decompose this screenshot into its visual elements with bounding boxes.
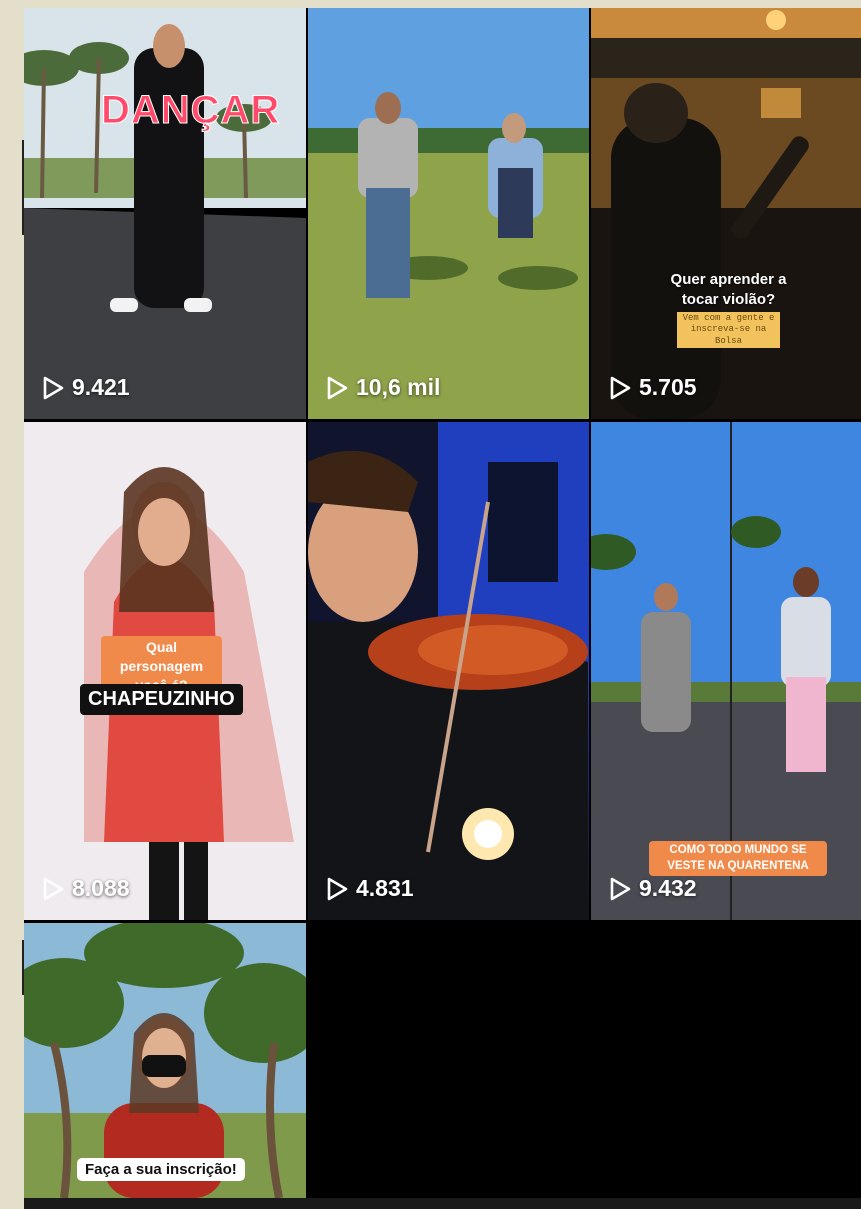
reel-tile-7[interactable]: Faça a sua inscrição! (24, 923, 306, 1198)
reel-thumbnail-7 (24, 923, 306, 1198)
view-count-value: 9.432 (639, 875, 697, 901)
view-count: 4.831 (326, 875, 414, 902)
reel-tile-3[interactable]: Quer aprender a tocar violão? Vem com a … (591, 8, 861, 419)
reel-thumbnail-2 (308, 8, 589, 419)
reel-thumbnail-3 (591, 8, 861, 419)
play-icon (43, 877, 64, 900)
view-count-value: 5.705 (639, 374, 697, 400)
overlay-title: Quer aprender a tocar violão? (670, 271, 787, 308)
overlay-text: DANÇAR (100, 88, 281, 133)
reel-thumbnail-5 (308, 422, 589, 920)
reel-tile-6[interactable]: COMO TODO MUNDO SE VESTE NA QUARENTENA 9… (591, 422, 861, 920)
answer-text: CHAPEUZINHO (80, 684, 243, 715)
overlay-text: Faça a sua inscrição! (77, 1158, 245, 1181)
reel-tile-1[interactable]: DANÇAR 9.421 (24, 8, 306, 419)
reels-grid: DANÇAR 9.421 10,6 mil Quer aprender a to… (24, 8, 861, 1209)
view-count: 9.421 (42, 374, 130, 401)
bottom-bar (24, 1198, 861, 1209)
view-count: 10,6 mil (326, 374, 440, 401)
overlay-text: COMO TODO MUNDO SE VESTE NA QUARENTENA (649, 841, 827, 877)
play-icon (43, 376, 64, 399)
play-icon (610, 376, 631, 399)
view-count-value: 9.421 (72, 374, 130, 400)
play-icon (327, 376, 348, 399)
reel-tile-4[interactable]: Qual personagem você é? CHAPEUZINHO 8.08… (24, 422, 306, 920)
view-count-value: 4.831 (356, 875, 414, 901)
view-count-value: 10,6 mil (356, 374, 441, 400)
reel-tile-2[interactable]: 10,6 mil (308, 8, 589, 419)
reel-thumbnail-1 (24, 8, 306, 419)
view-count: 9.432 (609, 875, 697, 902)
play-icon (610, 877, 631, 900)
view-count: 8.088 (42, 875, 130, 902)
view-count: 5.705 (609, 374, 697, 401)
reel-tile-5[interactable]: 4.831 (308, 422, 589, 920)
overlay-subtitle: Vem com a gente e inscreva-se na Bolsa (677, 312, 780, 348)
play-icon (327, 877, 348, 900)
view-count-value: 8.088 (72, 875, 130, 901)
